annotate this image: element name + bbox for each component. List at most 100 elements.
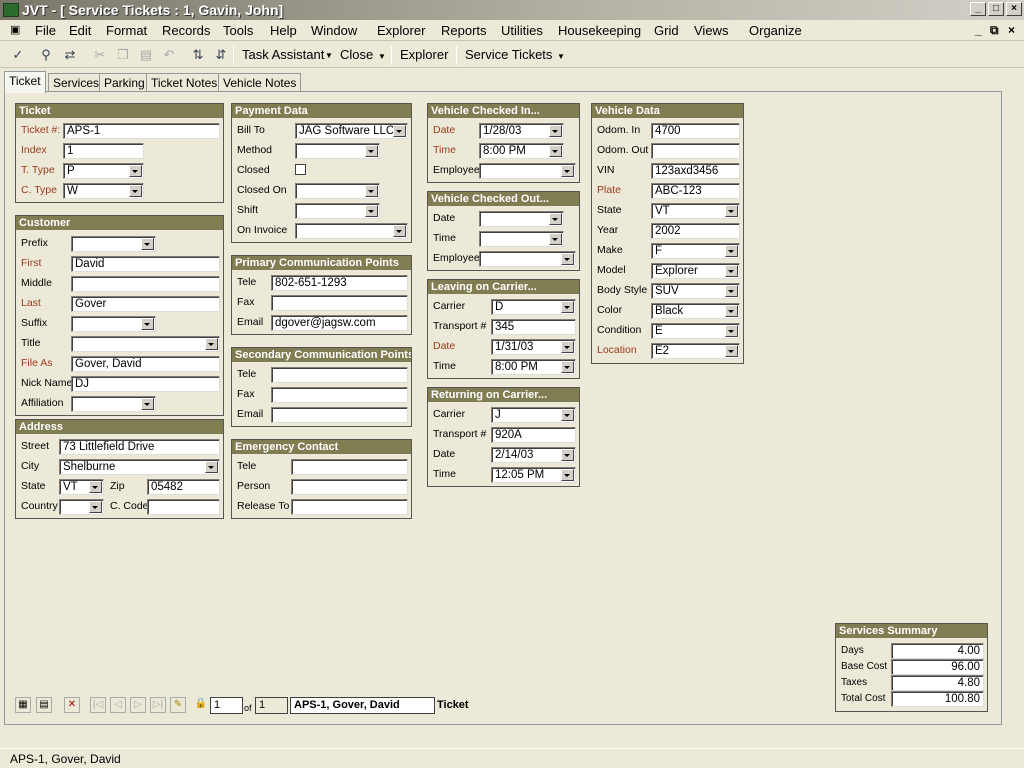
task-assistant-dropdown-icon[interactable]: ▼ — [325, 51, 333, 60]
minimize-button[interactable]: _ — [970, 2, 986, 16]
service-tickets-button[interactable]: Service Tickets — [465, 47, 552, 62]
menu-grid[interactable]: Grid — [654, 23, 679, 38]
checkout-time-select[interactable] — [479, 231, 564, 247]
returning-transport-field[interactable]: 920A — [491, 427, 576, 443]
street-field[interactable]: 73 Littlefield Drive — [59, 439, 220, 455]
menu-organize[interactable]: Organize — [749, 23, 802, 38]
model-select[interactable]: Explorer — [651, 263, 740, 279]
primary-tele-field[interactable]: 802-651-1293 — [271, 275, 408, 291]
last-name-field[interactable]: Gover — [71, 296, 220, 312]
paste-icon[interactable]: ▤ — [138, 47, 154, 63]
method-select[interactable] — [295, 143, 380, 159]
odom-out-field[interactable] — [651, 143, 740, 159]
secondary-tele-field[interactable] — [271, 367, 408, 383]
lock-icon[interactable]: 🔒 — [193, 697, 209, 713]
menu-utilities[interactable]: Utilities — [501, 23, 543, 38]
emergency-tele-field[interactable] — [291, 459, 408, 475]
menu-views[interactable]: Views — [694, 23, 728, 38]
close-button[interactable]: × — [1006, 2, 1022, 16]
last-record-icon[interactable]: ▷| — [150, 697, 166, 713]
condition-select[interactable]: E — [651, 323, 740, 339]
plate-field[interactable]: ABC-123 — [651, 183, 740, 199]
checkin-time-select[interactable]: 8:00 PM — [479, 143, 564, 159]
menu-file[interactable]: File — [35, 23, 56, 38]
system-menu-icon[interactable]: ▣ — [10, 23, 20, 38]
mdi-close-button[interactable]: × — [1008, 23, 1015, 37]
ctype-select[interactable]: W — [63, 183, 144, 199]
service-tickets-dropdown-icon[interactable]: ▼ — [557, 52, 565, 61]
state-select[interactable]: VT — [59, 479, 104, 495]
primary-email-field[interactable]: dgover@jagsw.com — [271, 315, 408, 331]
checkin-date-select[interactable]: 1/28/03 — [479, 123, 564, 139]
index-field[interactable]: 1 — [63, 143, 144, 159]
menu-tools[interactable]: Tools — [223, 23, 253, 38]
tab-services[interactable]: Services — [48, 73, 105, 92]
spellcheck-icon[interactable]: ✓ — [10, 47, 26, 63]
closed-on-select[interactable] — [295, 183, 380, 199]
menu-edit[interactable]: Edit — [69, 23, 91, 38]
explorer-button[interactable]: Explorer — [400, 47, 448, 62]
vin-field[interactable]: 123axd3456 — [651, 163, 740, 179]
leaving-carrier-select[interactable]: D — [491, 299, 576, 315]
first-name-field[interactable]: David — [71, 256, 220, 272]
mdi-restore-button[interactable]: ⧉ — [990, 23, 999, 38]
binoculars-icon[interactable]: ⚲ — [38, 47, 54, 63]
previous-record-icon[interactable]: ◁ — [110, 697, 126, 713]
find-replace-icon[interactable]: ⇄ — [62, 47, 78, 63]
prefix-select[interactable] — [71, 236, 156, 252]
copy-icon[interactable]: ❐ — [115, 47, 131, 63]
location-select[interactable]: E2 — [651, 343, 740, 359]
suffix-select[interactable] — [71, 316, 156, 332]
menu-reports[interactable]: Reports — [441, 23, 487, 38]
odom-in-field[interactable]: 4700 — [651, 123, 740, 139]
tab-ticket[interactable]: Ticket — [4, 71, 46, 93]
ticket-number-field[interactable]: APS-1 — [63, 123, 220, 139]
sort-ascending-icon[interactable]: ⇅ — [190, 47, 206, 63]
mdi-minimize-button[interactable]: _ — [975, 23, 982, 37]
first-record-icon[interactable]: |◁ — [90, 697, 106, 713]
vehicle-state-select[interactable]: VT — [651, 203, 740, 219]
checkout-date-select[interactable] — [479, 211, 564, 227]
closed-checkbox[interactable] — [295, 164, 306, 175]
year-field[interactable]: 2002 — [651, 223, 740, 239]
menu-help[interactable]: Help — [270, 23, 297, 38]
ttype-select[interactable]: P — [63, 163, 144, 179]
close-form-button[interactable]: Close — [340, 47, 373, 62]
bill-to-select[interactable]: JAG Software LLC — [295, 123, 408, 139]
middle-name-field[interactable] — [71, 276, 220, 292]
color-select[interactable]: Black — [651, 303, 740, 319]
checkin-employee-select[interactable] — [479, 163, 576, 179]
release-to-field[interactable] — [291, 499, 408, 515]
menu-records[interactable]: Records — [162, 23, 210, 38]
goto-record-icon[interactable]: ✎ — [170, 697, 186, 713]
sort-descending-icon[interactable]: ⇵ — [213, 47, 229, 63]
secondary-fax-field[interactable] — [271, 387, 408, 403]
returning-carrier-select[interactable]: J — [491, 407, 576, 423]
country-code-field[interactable] — [147, 499, 220, 515]
file-as-field[interactable]: Gover, David — [71, 356, 220, 372]
nick-name-field[interactable]: DJ — [71, 376, 220, 392]
leaving-date-select[interactable]: 1/31/03 — [491, 339, 576, 355]
tab-parking[interactable]: Parking — [99, 73, 150, 92]
on-invoice-select[interactable] — [295, 223, 408, 239]
zip-field[interactable]: 05482 — [147, 479, 220, 495]
record-number-field[interactable]: 1 — [210, 697, 243, 714]
maximize-button[interactable]: □ — [988, 2, 1004, 16]
menu-housekeeping[interactable]: Housekeeping — [558, 23, 641, 38]
copy-record-icon[interactable]: ▤ — [36, 697, 52, 713]
emergency-person-field[interactable] — [291, 479, 408, 495]
cut-icon[interactable]: ✂ — [92, 47, 108, 63]
leaving-time-select[interactable]: 8:00 PM — [491, 359, 576, 375]
menu-explorer[interactable]: Explorer — [377, 23, 425, 38]
primary-fax-field[interactable] — [271, 295, 408, 311]
returning-date-select[interactable]: 2/14/03 — [491, 447, 576, 463]
make-select[interactable]: F — [651, 243, 740, 259]
task-assistant-button[interactable]: Task Assistant — [242, 47, 324, 62]
close-dropdown-icon[interactable]: ▼ — [378, 52, 386, 61]
undo-icon[interactable]: ↶ — [161, 47, 177, 63]
shift-select[interactable] — [295, 203, 380, 219]
tab-vehicle-notes[interactable]: Vehicle Notes — [218, 73, 302, 92]
new-record-icon[interactable]: ▦ — [15, 697, 31, 713]
country-select[interactable] — [59, 499, 104, 515]
affiliation-select[interactable] — [71, 396, 156, 412]
